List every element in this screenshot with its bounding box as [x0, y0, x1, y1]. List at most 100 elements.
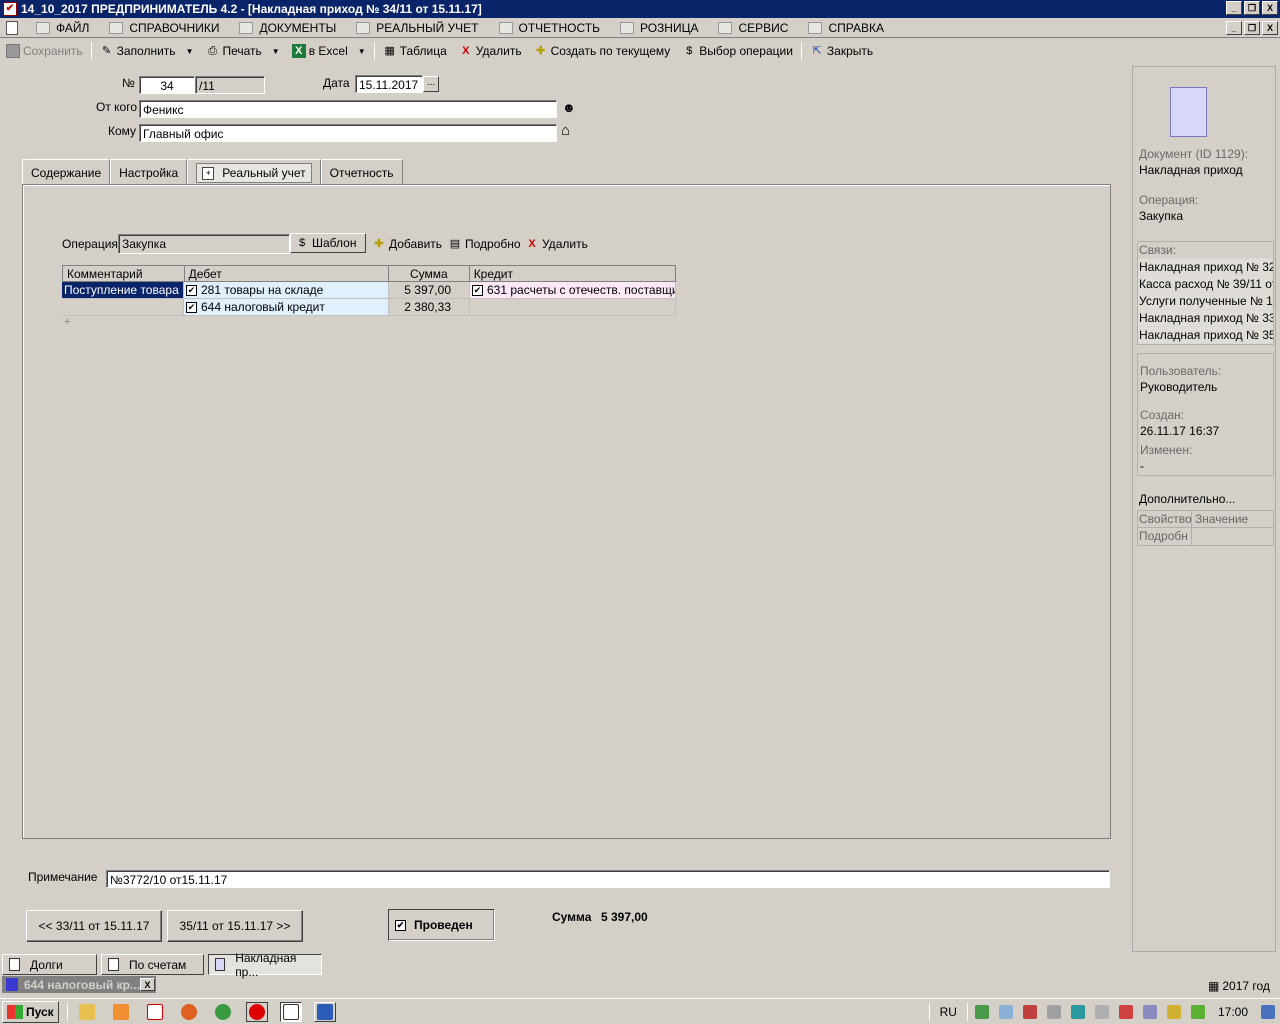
list-item[interactable]: Касса расход № 39/11 от — [1138, 276, 1273, 293]
column-value[interactable]: Значение — [1192, 511, 1251, 527]
list-item[interactable]: Накладная приход № 33/ — [1138, 310, 1273, 327]
save-button[interactable]: Сохранить — [0, 41, 89, 61]
create-from-current-button[interactable]: ✚ Создать по текущему — [528, 41, 677, 61]
speaker-icon[interactable] — [1118, 1005, 1133, 1019]
contact-icon[interactable]: ☻ — [562, 100, 576, 115]
mdi-tab-invoice[interactable]: Накладная пр... — [208, 951, 322, 979]
child-restore-button[interactable]: ❐ — [1244, 21, 1260, 35]
menu-help[interactable]: СПРАВКА — [798, 18, 894, 38]
column-comment[interactable]: Комментарий — [63, 266, 185, 281]
list-item[interactable]: Накладная приход № 35/ — [1138, 327, 1273, 344]
row-debit[interactable]: ✔ 281 товары на складе — [184, 282, 389, 299]
checkbox-icon[interactable]: ✔ — [186, 284, 197, 296]
table-row[interactable]: ✔ 644 налоговый кредит 2 380,33 — [62, 299, 676, 316]
media-icon[interactable] — [110, 1002, 132, 1022]
row-sum[interactable]: 2 380,33 — [389, 299, 470, 316]
close-icon[interactable]: X — [140, 978, 155, 991]
network-icon[interactable] — [974, 1005, 989, 1019]
next-document-button[interactable]: 35/11 от 15.11.17 >> — [167, 910, 303, 942]
tab-reports[interactable]: Отчетность — [320, 159, 403, 185]
monitor-icon[interactable] — [998, 1005, 1013, 1019]
app-taskbar-icon[interactable] — [279, 1001, 302, 1022]
table-button[interactable]: ▦ Таблица — [377, 41, 453, 61]
yandex-icon[interactable] — [144, 1002, 166, 1022]
tab-settings[interactable]: Настройка — [110, 159, 188, 185]
template-button[interactable]: $ Шаблон — [290, 233, 366, 253]
menu-service[interactable]: СЕРВИС — [708, 18, 798, 38]
child-minimize-button[interactable]: _ — [1226, 21, 1242, 35]
date-picker-button[interactable]: ... — [423, 76, 439, 92]
tools-icon[interactable] — [1166, 1005, 1181, 1019]
add-row-button[interactable]: ✚ Добавить — [372, 234, 442, 254]
table-row[interactable]: Поступление товара ✔ 281 товары на складе… — [62, 282, 676, 299]
menu-retail[interactable]: РОЗНИЦА — [610, 18, 709, 38]
minimize-button[interactable]: _ — [1226, 1, 1242, 15]
show-desktop-icon[interactable] — [1261, 1005, 1275, 1019]
checkbox-icon[interactable]: ✔ — [472, 284, 483, 296]
menu-directories[interactable]: СПРАВОЧНИКИ — [99, 18, 229, 38]
year-indicator[interactable]: ▦ 2017 год — [1208, 979, 1270, 993]
word-icon[interactable] — [313, 1001, 336, 1022]
excel-button[interactable]: Xв Excel ▼ — [286, 41, 372, 61]
row-comment[interactable]: Поступление товара — [62, 282, 184, 299]
menu-documents[interactable]: ДОКУМЕНТЫ — [229, 18, 346, 38]
tab-real-accounting[interactable]: + Реальный учет — [187, 159, 321, 186]
add-row-plus[interactable]: + — [62, 316, 676, 328]
sync-icon[interactable] — [1070, 1005, 1085, 1019]
checkbox-icon[interactable]: ✔ — [186, 301, 197, 313]
list-item[interactable]: Услуги полученные № 10 — [1138, 293, 1273, 310]
mdi-tab-debts[interactable]: Долги — [2, 954, 97, 975]
minimized-window[interactable]: 644 налоговый кр... X — [2, 976, 156, 993]
column-property[interactable]: Свойство — [1138, 511, 1192, 527]
chevron-down-icon[interactable]: ▼ — [358, 47, 366, 56]
mdi-tab-accounts[interactable]: По счетам — [101, 954, 204, 975]
start-button[interactable]: Пуск — [2, 1000, 59, 1023]
operation-input[interactable]: Закупка — [118, 234, 290, 254]
posted-toggle[interactable]: ✔ Проведен — [388, 909, 495, 941]
details-button[interactable]: ▤ Подробно — [448, 234, 521, 254]
property-row[interactable]: Подробн — [1138, 528, 1192, 545]
list-item[interactable]: Накладная приход № 32/ — [1138, 259, 1273, 276]
language-indicator[interactable]: RU — [940, 1005, 957, 1019]
chevron-down-icon[interactable]: ▼ — [186, 47, 194, 56]
opera-icon[interactable] — [245, 1001, 268, 1022]
to-input[interactable]: Главный офис — [139, 124, 557, 142]
row-credit[interactable] — [470, 299, 676, 316]
row-sum[interactable]: 5 397,00 — [389, 282, 470, 299]
home-icon[interactable]: ⌂ — [561, 122, 570, 139]
volume-icon[interactable] — [1094, 1005, 1109, 1019]
column-credit[interactable]: Кредит — [470, 266, 675, 281]
tab-content[interactable]: Содержание — [22, 159, 111, 185]
column-sum[interactable]: Сумма — [389, 266, 470, 281]
firefox-icon[interactable] — [178, 1002, 200, 1022]
menu-file[interactable]: ФАЙЛ — [26, 18, 99, 38]
column-debit[interactable]: Дебет — [185, 266, 389, 281]
note-input[interactable]: №3772/10 от15.11.17 — [106, 870, 1110, 888]
fill-button[interactable]: ✎ Заполнить ▼ — [94, 41, 200, 61]
row-credit[interactable]: ✔ 631 расчеты с отечеств. поставщи — [470, 282, 676, 299]
row-debit[interactable]: ✔ 644 налоговый кредит — [184, 299, 389, 316]
chevron-down-icon[interactable]: ▼ — [272, 47, 280, 56]
menu-real-accounting[interactable]: РЕАЛЬНЫЙ УЧЕТ — [346, 18, 488, 38]
prev-document-button[interactable]: << 33/11 от 15.11.17 — [26, 910, 162, 942]
restore-button[interactable]: ❐ — [1244, 1, 1260, 15]
delete-button[interactable]: X Удалить — [453, 41, 528, 61]
clock[interactable]: 17:00 — [1218, 1005, 1248, 1019]
nvidia-icon[interactable] — [1190, 1005, 1205, 1019]
chrome-icon[interactable] — [212, 1002, 234, 1022]
explorer-icon[interactable] — [76, 1002, 98, 1022]
delete-row-button[interactable]: X Удалить — [525, 234, 588, 254]
close-doc-button[interactable]: ⇱ Закрыть — [804, 41, 879, 61]
usb-icon[interactable] — [1142, 1005, 1157, 1019]
row-comment[interactable] — [62, 299, 184, 316]
number-input[interactable]: 34 — [139, 76, 195, 94]
child-close-button[interactable]: X — [1262, 21, 1278, 35]
from-input[interactable]: Феникс — [139, 100, 557, 118]
antivirus-icon[interactable] — [1022, 1005, 1037, 1019]
device-icon[interactable] — [1046, 1005, 1061, 1019]
print-button[interactable]: ⎙ Печать ▼ — [199, 41, 285, 61]
document-icon[interactable] — [6, 20, 18, 35]
close-button[interactable]: X — [1262, 1, 1278, 15]
date-input[interactable]: 15.11.2017 — [355, 75, 423, 93]
additional-link[interactable]: Дополнительно... — [1139, 492, 1235, 506]
